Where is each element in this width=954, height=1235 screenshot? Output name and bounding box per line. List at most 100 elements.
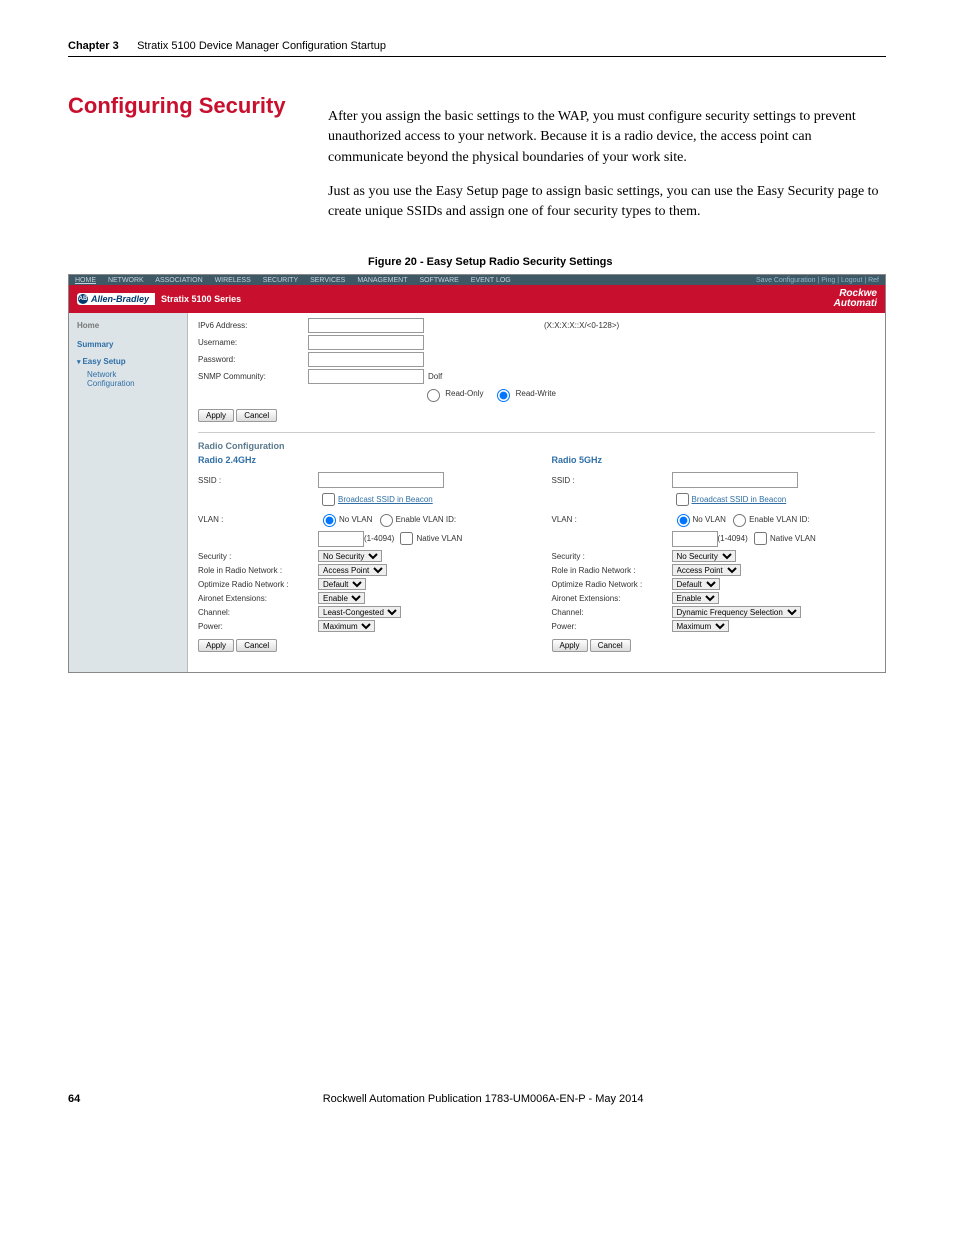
rockwell-logo: RockweAutomati [834, 289, 877, 309]
chapter-label: Chapter 3 [68, 40, 119, 52]
top-right-links[interactable]: Save Configuration | Ping | Logout | Ref [756, 277, 879, 284]
title-bar: Allen-Bradley Stratix 5100 Series Rockwe… [69, 285, 885, 313]
channel-24-select[interactable]: Least-Congested [318, 606, 401, 618]
snmp-input[interactable] [308, 369, 424, 384]
sidebar-home[interactable]: Home [69, 319, 187, 332]
ssid-5-input[interactable] [672, 472, 798, 488]
power-5-label: Power: [552, 622, 672, 631]
section-heading: Configuring Security [68, 93, 298, 119]
sidebar-network[interactable]: NetworkConfiguration [69, 368, 187, 390]
optimize-24-label: Optimize Radio Network : [198, 580, 318, 589]
nativevlan-24-checkbox[interactable] [400, 532, 413, 545]
nav-wireless[interactable]: WIRELESS [215, 277, 251, 284]
sidebar: Home Summary Easy Setup NetworkConfigura… [69, 313, 188, 672]
broadcast-24-link[interactable]: Broadcast SSID in Beacon [338, 495, 433, 504]
vlanid-24-input[interactable] [318, 531, 364, 547]
enablevlan-24-radio[interactable] [380, 514, 393, 527]
nativevlan-5-checkbox[interactable] [754, 532, 767, 545]
top-nav-links: HOME NETWORK ASSOCIATION WIRELESS SECURI… [75, 277, 521, 284]
power-24-select[interactable]: Maximum [318, 620, 375, 632]
read-write-radio[interactable] [497, 389, 510, 402]
nav-management[interactable]: MANAGEMENT [357, 277, 407, 284]
ssid-24-label: SSID : [198, 476, 318, 485]
nav-network[interactable]: NETWORK [108, 277, 144, 284]
radio-5-head: Radio 5GHz [552, 455, 876, 465]
apply-button-24[interactable]: Apply [198, 639, 234, 652]
role-5-label: Role in Radio Network : [552, 566, 672, 575]
aironet-24-label: Aironet Extensions: [198, 594, 318, 603]
username-input[interactable] [308, 335, 424, 350]
power-24-label: Power: [198, 622, 318, 631]
security-5-label: Security : [552, 552, 672, 561]
optimize-24-select[interactable]: Default [318, 578, 366, 590]
username-label: Username: [198, 338, 308, 347]
publication-info: Rockwell Automation Publication 1783-UM0… [323, 1093, 644, 1105]
cancel-button-5[interactable]: Cancel [590, 639, 631, 652]
body-paragraph-1: After you assign the basic settings to t… [328, 107, 886, 168]
nav-services[interactable]: SERVICES [310, 277, 345, 284]
main-panel: IPv6 Address: (X:X:X:X::X/<0-128>) Usern… [188, 313, 885, 672]
running-head: Chapter 3 Stratix 5100 Device Manager Co… [68, 40, 886, 57]
broadcast-5-link[interactable]: Broadcast SSID in Beacon [692, 495, 787, 504]
body-paragraph-2: Just as you use the Easy Setup page to a… [328, 182, 886, 223]
apply-button-5[interactable]: Apply [552, 639, 588, 652]
vlan-24-label: VLAN : [198, 515, 318, 524]
nav-software[interactable]: SOFTWARE [419, 277, 458, 284]
channel-5-label: Channel: [552, 608, 672, 617]
read-only-radio[interactable] [427, 389, 440, 402]
aironet-5-select[interactable]: Enable [672, 592, 719, 604]
chapter-title: Stratix 5100 Device Manager Configuratio… [137, 40, 386, 52]
role-24-select[interactable]: Access Point [318, 564, 387, 576]
vlanid-5-input[interactable] [672, 531, 718, 547]
security-5-select[interactable]: No Security [672, 550, 736, 562]
screenshot-easy-setup: HOME NETWORK ASSOCIATION WIRELESS SECURI… [68, 274, 886, 673]
radio-config-head: Radio Configuration [198, 441, 875, 451]
radio-24-head: Radio 2.4GHz [198, 455, 522, 465]
ssid-24-input[interactable] [318, 472, 444, 488]
password-label: Password: [198, 355, 308, 364]
novlan-5-radio[interactable] [677, 514, 690, 527]
radio-24ghz-panel: Radio 2.4GHz SSID : Broadcast SSID in Be… [198, 455, 522, 662]
nav-security[interactable]: SECURITY [263, 277, 298, 284]
cancel-button-24[interactable]: Cancel [236, 639, 277, 652]
security-24-label: Security : [198, 552, 318, 561]
page-number: 64 [68, 1093, 80, 1105]
role-5-select[interactable]: Access Point [672, 564, 741, 576]
vlan-5-label: VLAN : [552, 515, 672, 524]
aironet-5-label: Aironet Extensions: [552, 594, 672, 603]
broadcast-5-checkbox[interactable] [676, 493, 689, 506]
radio-5ghz-panel: Radio 5GHz SSID : Broadcast SSID in Beac… [552, 455, 876, 662]
password-input[interactable] [308, 352, 424, 367]
novlan-24-radio[interactable] [323, 514, 336, 527]
allen-bradley-logo: Allen-Bradley [77, 293, 155, 305]
cancel-button-top[interactable]: Cancel [236, 409, 277, 422]
ipv6-input[interactable] [308, 318, 424, 333]
read-only-label: Read-Only [445, 390, 483, 399]
apply-button-top[interactable]: Apply [198, 409, 234, 422]
enablevlan-5-radio[interactable] [733, 514, 746, 527]
optimize-5-select[interactable]: Default [672, 578, 720, 590]
nav-event-log[interactable]: EVENT LOG [471, 277, 511, 284]
security-24-select[interactable]: No Security [318, 550, 382, 562]
broadcast-24-checkbox[interactable] [322, 493, 335, 506]
ipv6-label: IPv6 Address: [198, 321, 308, 330]
ssid-5-label: SSID : [552, 476, 672, 485]
snmp-hint: Dolf [428, 372, 442, 381]
sidebar-easy-setup[interactable]: Easy Setup [69, 355, 187, 368]
channel-5-select[interactable]: Dynamic Frequency Selection [672, 606, 801, 618]
sidebar-summary[interactable]: Summary [69, 338, 187, 351]
read-write-label: Read-Write [516, 390, 556, 399]
role-24-label: Role in Radio Network : [198, 566, 318, 575]
ipv6-hint: (X:X:X:X::X/<0-128>) [544, 321, 619, 330]
product-title: Stratix 5100 Series [161, 294, 241, 304]
nav-association[interactable]: ASSOCIATION [155, 277, 202, 284]
top-nav-bar: HOME NETWORK ASSOCIATION WIRELESS SECURI… [69, 275, 885, 285]
channel-24-label: Channel: [198, 608, 318, 617]
power-5-select[interactable]: Maximum [672, 620, 729, 632]
figure-caption: Figure 20 - Easy Setup Radio Security Se… [368, 256, 886, 268]
aironet-24-select[interactable]: Enable [318, 592, 365, 604]
snmp-label: SNMP Community: [198, 372, 308, 381]
optimize-5-label: Optimize Radio Network : [552, 580, 672, 589]
page-footer: 64 Rockwell Automation Publication 1783-… [68, 1093, 886, 1105]
nav-home[interactable]: HOME [75, 277, 96, 284]
